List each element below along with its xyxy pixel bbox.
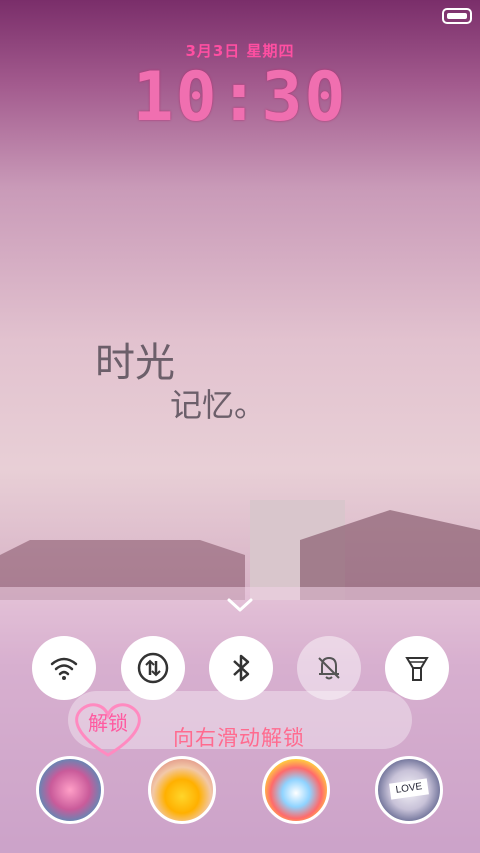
unlock-handle-label: 解锁 xyxy=(88,711,128,735)
wifi-toggle[interactable] xyxy=(32,636,96,700)
flashlight-toggle[interactable] xyxy=(385,636,449,700)
wallpaper-text-line1: 时光 xyxy=(95,340,175,386)
roses-shortcut-icon[interactable] xyxy=(36,756,104,824)
status-bar xyxy=(442,8,472,24)
lockscreen-clock: 10:30 xyxy=(132,58,348,137)
chevron-down-icon[interactable] xyxy=(226,597,254,613)
nail-polish-shortcut-icon[interactable] xyxy=(148,756,216,824)
candy-shortcut-icon[interactable] xyxy=(262,756,330,824)
unlock-instruction: 向右滑动解锁 xyxy=(173,726,305,750)
bell-off-icon xyxy=(318,656,340,680)
love-card-shortcut-icon[interactable]: LOVE xyxy=(375,756,443,824)
wallpaper-text-line2: 记忆。 xyxy=(170,386,267,424)
wallpaper-tower-silhouette xyxy=(0,500,480,600)
bluetooth-icon xyxy=(233,654,250,682)
flashlight-icon xyxy=(405,657,429,681)
wifi-icon xyxy=(50,657,78,680)
battery-icon xyxy=(442,8,472,24)
data-transfer-icon xyxy=(137,652,169,684)
love-card-label: LOVE xyxy=(389,778,429,800)
shortcut-row: LOVE xyxy=(0,756,480,824)
